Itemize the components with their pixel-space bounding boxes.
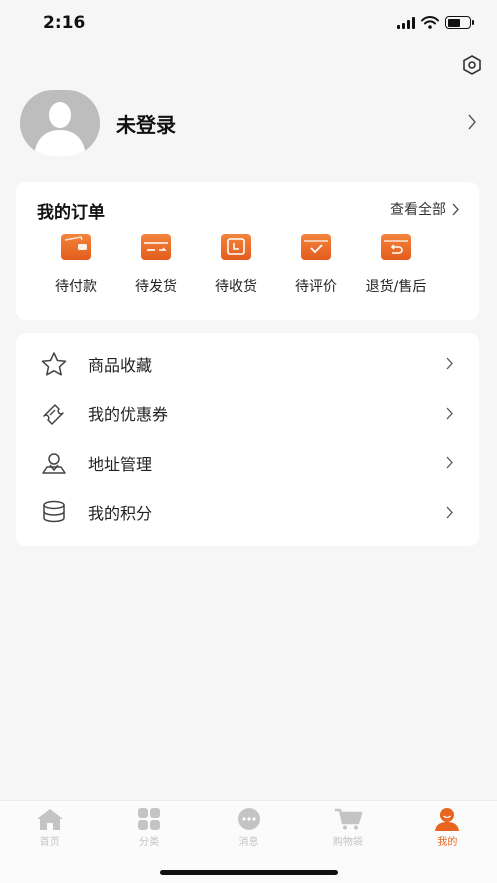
tab-label: 分类 xyxy=(139,837,160,848)
tab-label: 消息 xyxy=(238,837,259,848)
order-status-list: 待付款 待发货 待收货 待评价 退货/售后 xyxy=(16,234,479,296)
cart-icon xyxy=(333,807,363,831)
wallet-icon xyxy=(61,234,91,260)
tab-category[interactable]: 分类 xyxy=(99,801,198,848)
card-ship-icon xyxy=(141,234,171,260)
order-pending-review[interactable]: 待评价 xyxy=(276,234,356,296)
chevron-right-icon xyxy=(446,456,453,469)
order-pending-payment[interactable]: 待付款 xyxy=(36,234,116,296)
tab-home[interactable]: 首页 xyxy=(0,801,99,848)
grid-icon xyxy=(134,807,164,831)
menu-label: 我的积分 xyxy=(88,504,153,524)
signal-icon xyxy=(397,16,415,29)
coupon-icon xyxy=(40,399,68,427)
box-return-icon xyxy=(381,234,411,260)
order-label: 退货/售后 xyxy=(365,279,427,295)
order-label: 待付款 xyxy=(55,279,97,295)
home-indicator xyxy=(160,870,338,875)
menu-item-coupons[interactable]: 我的优惠券 xyxy=(16,389,479,439)
message-icon xyxy=(234,807,264,831)
profile-icon xyxy=(432,807,462,831)
box-check-icon xyxy=(301,234,331,260)
status-icons xyxy=(397,16,474,29)
menu-item-address[interactable]: 地址管理 xyxy=(16,438,479,488)
location-icon xyxy=(40,449,68,477)
battery-icon xyxy=(445,16,474,29)
tab-label: 首页 xyxy=(39,837,60,848)
status-bar: 2:16 xyxy=(0,0,497,48)
menu-label: 我的优惠券 xyxy=(88,405,169,425)
view-all-label: 查看全部 xyxy=(390,202,446,218)
wifi-icon xyxy=(421,16,439,29)
order-label: 待评价 xyxy=(295,279,337,295)
orders-card: 我的订单 查看全部 待付款 待发货 待收货 待评价 退货/售后 xyxy=(16,182,479,320)
chevron-right-icon xyxy=(446,506,453,518)
menu-item-favorites[interactable]: 商品收藏 xyxy=(16,339,479,389)
menu-label: 商品收藏 xyxy=(88,355,153,375)
menu-card: 商品收藏 我的优惠券 地址管理 我的积分 xyxy=(16,333,479,546)
menu-item-points[interactable]: 我的积分 xyxy=(16,488,479,538)
chevron-right-icon xyxy=(446,407,453,419)
orders-title: 我的订单 xyxy=(37,203,105,223)
profile-header[interactable]: 未登录 xyxy=(20,90,480,156)
menu-label: 地址管理 xyxy=(88,454,153,474)
chevron-right-icon[interactable] xyxy=(468,114,476,130)
settings-icon[interactable] xyxy=(461,54,483,76)
tab-label: 购物袋 xyxy=(332,837,363,848)
order-returns[interactable]: 退货/售后 xyxy=(356,234,436,296)
tab-cart[interactable]: 购物袋 xyxy=(298,801,397,848)
chevron-right-icon xyxy=(452,203,459,215)
avatar[interactable] xyxy=(20,90,100,156)
order-pending-receipt[interactable]: 待收货 xyxy=(196,234,276,296)
tab-profile[interactable]: 我的 xyxy=(398,801,497,848)
chevron-right-icon xyxy=(446,357,453,370)
box-receive-icon xyxy=(221,234,251,260)
home-icon xyxy=(35,807,65,831)
status-time: 2:16 xyxy=(43,13,86,33)
login-status[interactable]: 未登录 xyxy=(116,109,176,138)
order-label: 待收货 xyxy=(215,279,257,295)
order-pending-shipment[interactable]: 待发货 xyxy=(116,234,196,296)
coins-icon xyxy=(40,498,68,526)
tab-messages[interactable]: 消息 xyxy=(199,801,298,848)
star-icon xyxy=(40,350,68,378)
tab-label: 我的 xyxy=(437,837,458,848)
view-all-orders-link[interactable]: 查看全部 xyxy=(390,199,459,219)
order-label: 待发货 xyxy=(135,279,177,295)
